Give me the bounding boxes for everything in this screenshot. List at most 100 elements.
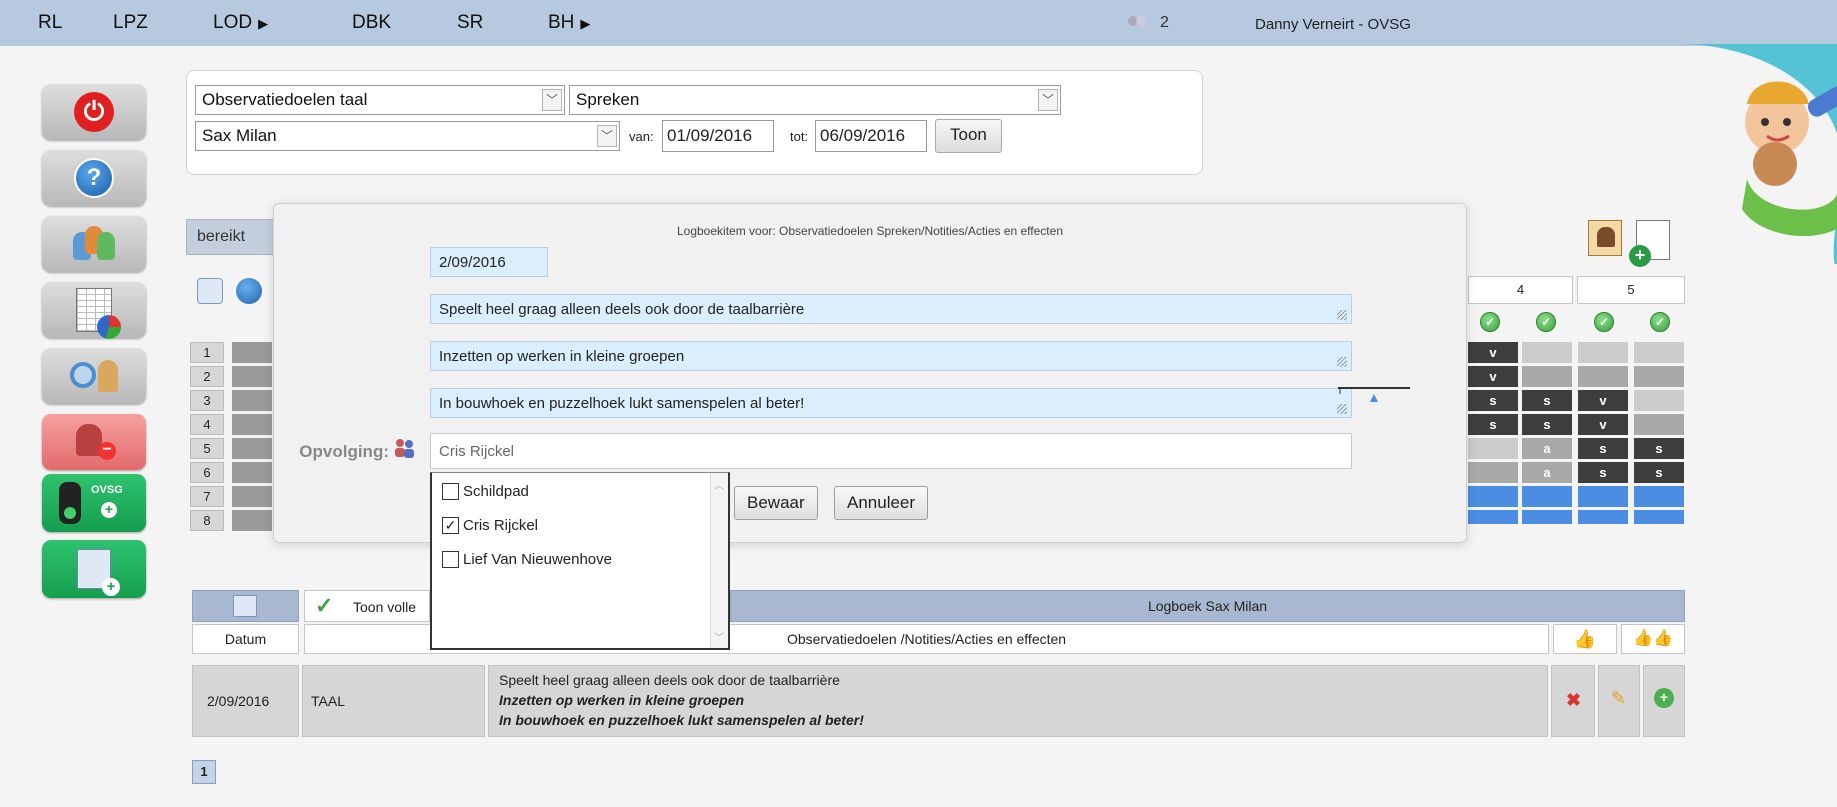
log-add-cell: [192, 590, 299, 622]
van-date-input[interactable]: 01/09/2016: [662, 120, 774, 152]
online-users[interactable]: 2: [1128, 14, 1169, 32]
dropdown-option[interactable]: Schildpad: [442, 483, 529, 500]
remove-student-button[interactable]: −: [42, 414, 146, 470]
grid-cell[interactable]: [1578, 342, 1628, 363]
nav-lod[interactable]: LOD ▶: [213, 12, 268, 34]
grid-cell[interactable]: s: [1634, 462, 1684, 483]
scrollbar[interactable]: ︿ ﹀: [710, 473, 728, 648]
user-remove-icon: −: [72, 424, 116, 460]
dropdown-option[interactable]: ✓ Cris Rijckel: [442, 517, 538, 534]
grid-cell[interactable]: [1522, 486, 1572, 507]
pencil-icon[interactable]: ✎: [1611, 688, 1626, 709]
checkbox[interactable]: [442, 551, 459, 568]
notebook-add-icon: +: [77, 549, 120, 596]
thumbs-up-icon[interactable]: 👍: [1553, 624, 1617, 654]
opvolging-dropdown[interactable]: Schildpad ✓ Cris Rijckel Lief Van Nieuwe…: [430, 472, 730, 650]
cancel-button[interactable]: Annuleer: [834, 486, 929, 520]
nav-lpz[interactable]: LPZ: [113, 12, 148, 34]
dropdown-option[interactable]: Lief Van Nieuwenhove: [442, 551, 612, 568]
notities-textarea[interactable]: Speelt heel graag alleen deels ook door …: [430, 294, 1352, 324]
datum-header: Datum: [192, 624, 299, 654]
search-student-button[interactable]: [42, 348, 146, 404]
nav-sr[interactable]: SR: [457, 12, 483, 34]
grid-cell[interactable]: [1634, 486, 1684, 507]
nav-lod-label: LOD: [213, 12, 253, 33]
delete-icon[interactable]: ✖: [1566, 690, 1581, 711]
grid-cell[interactable]: [1634, 510, 1684, 524]
grid-cell[interactable]: a: [1522, 462, 1572, 483]
grid-cell[interactable]: s: [1468, 414, 1518, 435]
nav-rl[interactable]: RL: [38, 12, 62, 34]
subject-select[interactable]: Spreken ﹀: [569, 85, 1061, 115]
checkbox[interactable]: ✓: [442, 517, 459, 534]
help-button[interactable]: ?: [42, 150, 146, 206]
grid-cell[interactable]: [1578, 486, 1628, 507]
nav-bh[interactable]: BH ▶: [548, 12, 590, 34]
grid-cell[interactable]: [1468, 462, 1518, 483]
report-button[interactable]: [42, 282, 146, 339]
grid-cell[interactable]: s: [1578, 462, 1628, 483]
grid-cell[interactable]: [1468, 486, 1518, 507]
ovsg-add-button[interactable]: OVSG +: [42, 474, 146, 532]
bereikt-tab[interactable]: bereikt: [186, 219, 276, 255]
grid-cell[interactable]: v: [1578, 414, 1628, 435]
checkbox[interactable]: [442, 483, 459, 500]
grid-cell[interactable]: [1634, 366, 1684, 387]
people-icon: [71, 226, 117, 262]
grid-cell[interactable]: v: [1578, 390, 1628, 411]
grid-cell[interactable]: [1578, 366, 1628, 387]
tot-date-input[interactable]: 06/09/2016: [815, 120, 927, 152]
grid-cell[interactable]: v: [1468, 366, 1518, 387]
student-card-icon[interactable]: [1588, 220, 1622, 256]
add-icon[interactable]: [197, 278, 223, 304]
nav-dbk[interactable]: DBK: [352, 12, 391, 34]
grid-cell[interactable]: [1522, 510, 1572, 524]
row-number: 6: [190, 462, 224, 483]
info-icon[interactable]: [236, 278, 262, 304]
grid-cell[interactable]: s: [1522, 414, 1572, 435]
double-thumbs-up-icon[interactable]: 👍👍: [1621, 624, 1685, 654]
category-select[interactable]: Observatiedoelen taal ﹀: [195, 85, 565, 115]
grid-cell[interactable]: [1578, 510, 1628, 524]
grid-cell[interactable]: [1522, 366, 1572, 387]
grid-cell[interactable]: [1468, 438, 1518, 459]
chevron-down-icon: ﹀: [597, 125, 617, 147]
opvolging-input[interactable]: Cris Rijckel: [430, 433, 1352, 469]
save-button[interactable]: Bewaar: [734, 486, 818, 520]
toon-button[interactable]: Toon: [935, 119, 1002, 153]
acties-textarea[interactable]: Inzetten op werken in kleine groepen: [430, 341, 1352, 371]
toon-volle-cell[interactable]: ✓ Toon volle: [304, 590, 430, 622]
row-bar: [232, 438, 272, 459]
grid-cell[interactable]: s: [1522, 390, 1572, 411]
grid-cell[interactable]: a: [1522, 438, 1572, 459]
student-select[interactable]: Sax Milan ﹀: [195, 121, 620, 151]
grid-cell[interactable]: [1634, 390, 1684, 411]
grid-cell[interactable]: [1468, 510, 1518, 524]
scroll-up-icon[interactable]: ︿: [714, 477, 724, 492]
new-document-icon[interactable]: +: [1629, 220, 1670, 267]
grid-cell[interactable]: [1634, 342, 1684, 363]
add-icon[interactable]: [233, 595, 257, 617]
grid-cell[interactable]: [1522, 342, 1572, 363]
dialog-title: Logboekitem voor: Observatiedoelen Sprek…: [676, 224, 1063, 238]
entry-effect: In bouwhoek en puzzelhoek lukt samenspel…: [499, 712, 864, 728]
spreadsheet-chart-icon: [76, 288, 121, 339]
grid-cell[interactable]: v: [1468, 342, 1518, 363]
row-bar: [232, 390, 272, 411]
add-log-button[interactable]: +: [42, 540, 146, 598]
groups-button[interactable]: [42, 216, 146, 272]
grid-cell[interactable]: [1634, 414, 1684, 435]
logout-button[interactable]: ⏻: [42, 84, 146, 140]
grid-cell[interactable]: s: [1578, 438, 1628, 459]
row-bar: [232, 510, 272, 531]
scroll-down-icon[interactable]: ﹀: [714, 629, 724, 644]
option-label: Lief Van Nieuwenhove: [463, 551, 612, 568]
balance-icon: [1338, 387, 1410, 402]
effect-textarea[interactable]: In bouwhoek en puzzelhoek lukt samenspel…: [430, 388, 1352, 418]
grid-cell[interactable]: s: [1634, 438, 1684, 459]
pagination-page[interactable]: 1: [192, 760, 216, 784]
ovsg-label: OVSG: [91, 484, 123, 496]
plus-circle-icon[interactable]: +: [1654, 688, 1674, 708]
datum-input[interactable]: 2/09/2016: [430, 247, 548, 277]
grid-cell[interactable]: s: [1468, 390, 1518, 411]
